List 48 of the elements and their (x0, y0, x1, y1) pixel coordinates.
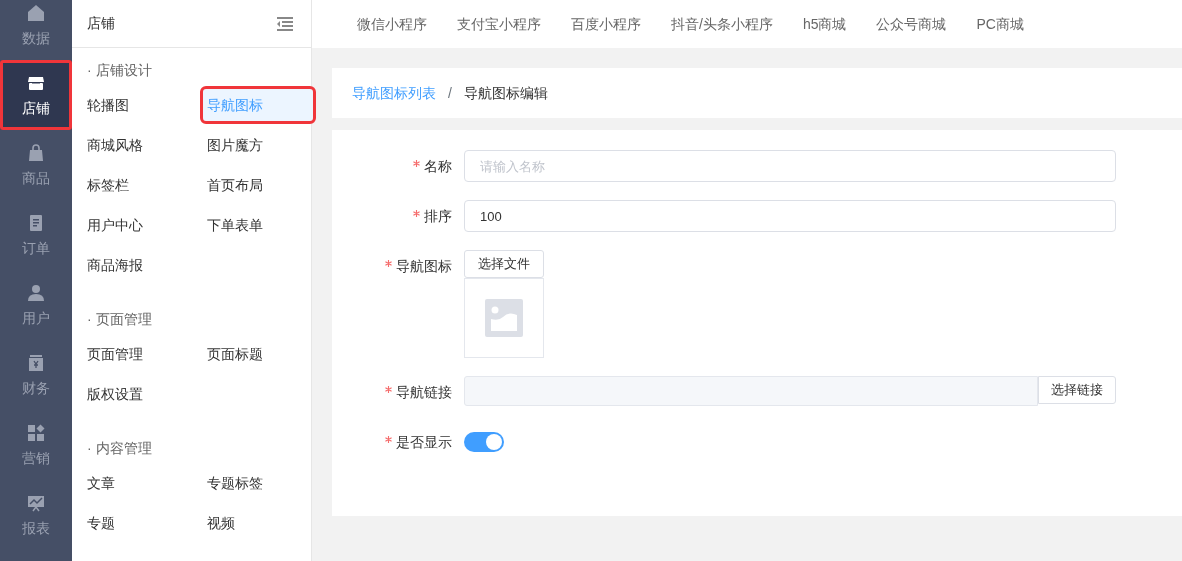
menu-item[interactable]: 图片魔方 (203, 129, 313, 161)
menu-collapse-icon[interactable] (277, 16, 293, 31)
link-field[interactable] (464, 376, 1038, 406)
section-title: · 店铺设计 (86, 61, 153, 80)
platform-tab[interactable]: 微信小程序 (357, 13, 427, 35)
menu-item[interactable]: 商品海报 (83, 249, 203, 281)
choose-link-button[interactable]: 选择链接 (1038, 376, 1116, 404)
toggle-switch[interactable] (464, 432, 504, 452)
platform-tab[interactable]: 百度小程序 (571, 13, 641, 35)
menu-item[interactable]: 页面标题 (203, 338, 313, 370)
menu-item[interactable]: 轮播图 (83, 89, 203, 121)
breadcrumb-current: 导航图标编辑 (463, 83, 548, 103)
nav-item[interactable]: 店铺 (0, 60, 72, 130)
breadcrumb-separator: / (448, 83, 452, 103)
shopping-bag-icon (26, 143, 46, 163)
home-icon (26, 3, 46, 23)
section-title: · 内容管理 (86, 439, 153, 458)
menu-item[interactable]: 视频 (203, 507, 313, 539)
menu-item[interactable]: 下单表单 (203, 209, 313, 241)
field-label: 是否显示 (396, 434, 452, 450)
menu-item[interactable]: 首页布局 (203, 169, 313, 201)
user-icon (26, 283, 46, 303)
menu-item[interactable]: 用户中心 (83, 209, 203, 241)
menu-item[interactable]: 专题标签 (203, 467, 313, 499)
chart-board-icon (26, 493, 46, 513)
platform-tab[interactable]: PC商城 (976, 13, 1024, 35)
grid-icon (26, 423, 46, 443)
menu-item[interactable]: 商城风格 (83, 129, 203, 161)
field-label: 名称 (424, 158, 452, 174)
field-label: 导航链接 (396, 384, 452, 400)
menu-item[interactable]: 文章 (83, 467, 203, 499)
field-label: 导航图标 (396, 258, 452, 274)
platform-tab[interactable]: 支付宝小程序 (457, 13, 541, 35)
panel-title: 店铺 (87, 14, 115, 33)
text-field[interactable]: 100 (464, 200, 1116, 232)
menu-item[interactable]: 页面管理 (83, 338, 203, 370)
field-label: 排序 (424, 208, 452, 224)
choose-file-button[interactable]: 选择文件 (464, 250, 544, 278)
menu-item[interactable]: 标签栏 (83, 169, 203, 201)
image-placeholder-icon (485, 299, 523, 337)
section-title: · 页面管理 (86, 310, 153, 329)
text-field[interactable]: 请输入名称 (464, 150, 1116, 182)
platform-tab[interactable]: 抖音/头条小程序 (671, 13, 773, 35)
cash-box-icon (26, 353, 46, 373)
menu-item[interactable]: 版权设置 (83, 378, 203, 410)
menu-item[interactable]: 专题 (83, 507, 203, 539)
platform-tab[interactable]: h5商城 (802, 13, 847, 35)
platform-tab[interactable]: 公众号商城 (876, 13, 947, 35)
